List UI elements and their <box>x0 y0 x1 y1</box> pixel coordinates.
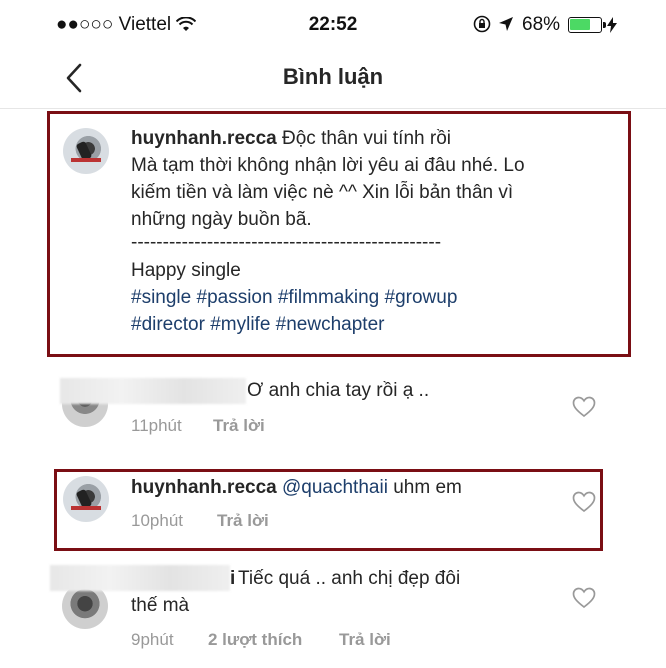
hashtag-link[interactable]: #mylife <box>210 314 270 335</box>
caption-username[interactable]: huynhanh.recca <box>131 128 277 149</box>
caption-line5: Happy single <box>131 260 241 281</box>
charging-bolt-icon <box>607 17 617 33</box>
caption-text: huynhanh.recca Độc thân vui tính rồi Mà … <box>131 125 601 338</box>
comment-text-line2: thế mà <box>131 595 190 616</box>
hashtag-link[interactable]: #director <box>131 314 205 335</box>
status-bar: ●●○○○ Viettel 22:52 68% <box>0 0 666 48</box>
comment-item: Ơ anh chia tay rồi ạ .. 11phút Trả lời <box>60 375 620 455</box>
likes-count[interactable]: 2 lượt thích <box>208 630 302 650</box>
comment-time: 11phút <box>131 416 182 435</box>
nav-header: Bình luận <box>0 48 666 109</box>
caption-line4: những ngày buồn bã. <box>131 209 312 230</box>
comment-item: huynhanh.recca @quachthaii uhm em 10phút… <box>60 472 620 548</box>
heart-outline-icon[interactable] <box>572 587 596 609</box>
hashtag-row: #director #mylife #newchapter <box>131 311 601 338</box>
reply-button[interactable]: Trả lời <box>217 511 269 531</box>
heart-outline-icon[interactable] <box>572 396 596 418</box>
hashtag-link[interactable]: #single <box>131 287 191 308</box>
mention-link[interactable]: @quachthaii <box>282 477 388 498</box>
comment-text: Tiếc quá .. anh chị đẹp đôi <box>238 568 461 589</box>
hashtag-link[interactable]: #growup <box>385 287 458 308</box>
avatar[interactable] <box>63 128 109 174</box>
hashtag-link[interactable]: #passion <box>197 287 273 308</box>
comment-text: huynhanh.recca @quachthaii uhm em <box>131 474 462 501</box>
comment-time: 10phút <box>131 511 183 530</box>
rotation-lock-icon <box>473 15 491 33</box>
caption-separator: ----------------------------------------… <box>131 232 442 253</box>
redacted-username <box>60 378 246 404</box>
battery-percent: 68% <box>522 14 561 35</box>
caption-line2: Mà tạm thời không nhận lời yêu ai đâu nh… <box>131 155 525 176</box>
comment-time: 9phút <box>131 630 174 649</box>
avatar[interactable] <box>63 476 109 522</box>
redacted-username <box>50 565 230 591</box>
caption-line1: Độc thân vui tính rồi <box>282 128 451 149</box>
hashtag-row: #single #passion #filmmaking #growup <box>131 284 601 311</box>
page-title: Bình luận <box>282 64 384 89</box>
comment-username-partial[interactable]: i <box>230 565 235 592</box>
comment-text: Ơ anh chia tay rồi ạ .. <box>247 380 430 401</box>
battery-icon <box>568 17 606 33</box>
hashtag-link[interactable]: #filmmaking <box>278 287 379 308</box>
comment-username[interactable]: huynhanh.recca <box>131 477 277 498</box>
clock: 22:52 <box>308 14 358 35</box>
heart-outline-icon[interactable] <box>572 491 596 513</box>
reply-button[interactable]: Trả lời <box>213 416 265 436</box>
hashtag-link[interactable]: #newchapter <box>276 314 385 335</box>
caption-line3: kiếm tiền và làm việc nè ^^ Xin lỗi bản … <box>131 182 514 203</box>
comment-body: uhm em <box>393 477 462 498</box>
reply-button[interactable]: Trả lời <box>339 630 391 650</box>
location-arrow-icon <box>499 17 513 31</box>
comment-item: i Tiếc quá .. anh chị đẹp đôi thế mà 9ph… <box>50 563 620 663</box>
